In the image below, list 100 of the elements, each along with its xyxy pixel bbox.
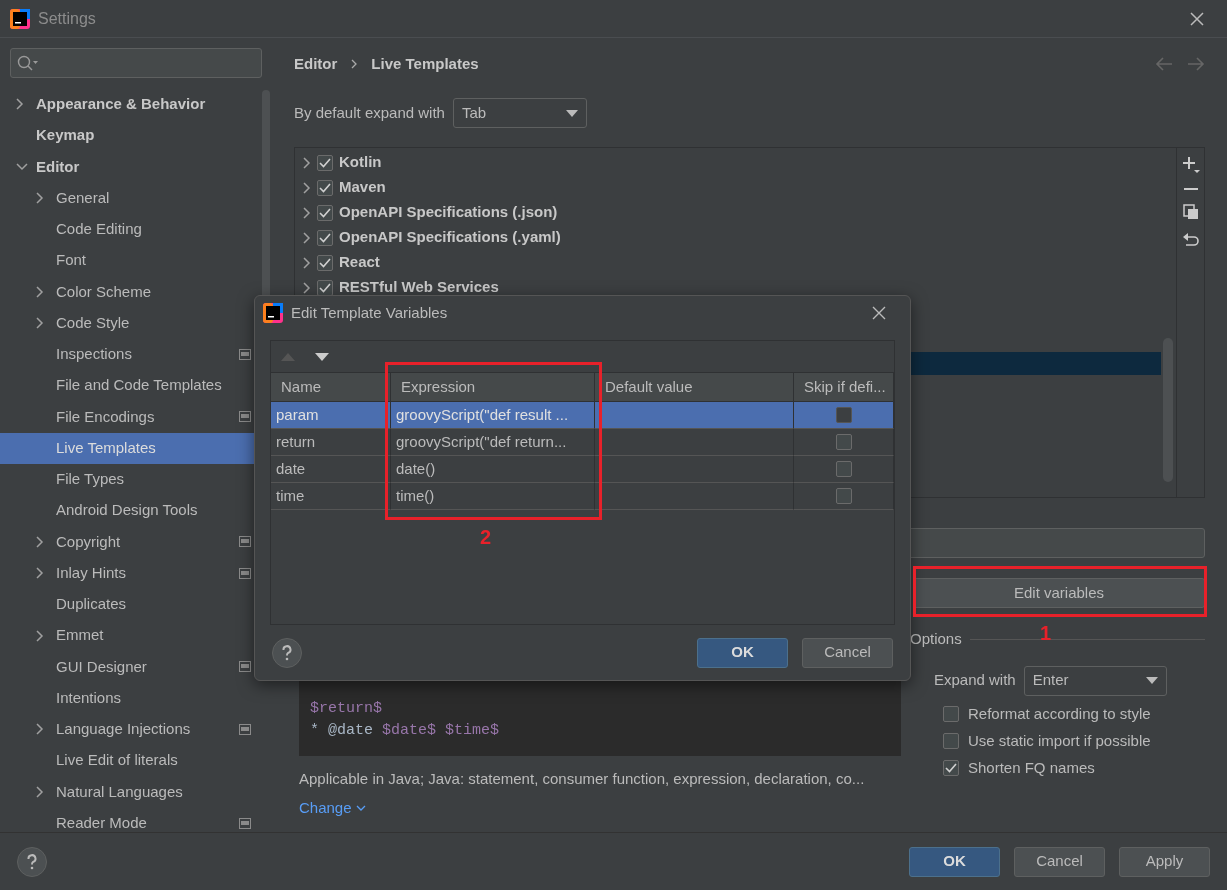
- dialog-button[interactable]: OK: [909, 846, 1000, 877]
- tree-item[interactable]: General: [0, 182, 256, 214]
- tree-item[interactable]: Keymap: [0, 120, 256, 152]
- annotation-number: 1: [1040, 623, 1052, 643]
- table-cell[interactable]: groovyScript("def result ...: [391, 402, 595, 429]
- checkbox-label: Use static import if possible: [968, 730, 1151, 751]
- checkbox[interactable]: [835, 434, 852, 450]
- tree-item[interactable]: Natural Languages: [0, 776, 256, 808]
- edit-variables-button[interactable]: Edit variables: [913, 578, 1205, 608]
- checkbox[interactable]: [835, 461, 852, 477]
- chevron-icon[interactable]: [16, 98, 24, 111]
- annotation-number: 2: [480, 527, 492, 547]
- table-cell[interactable]: [595, 483, 794, 510]
- copy-icon[interactable]: [1182, 204, 1199, 220]
- tree-item[interactable]: Code Editing: [0, 213, 256, 245]
- chevron-icon[interactable]: [36, 785, 44, 798]
- tree-item[interactable]: Reader Mode: [0, 807, 256, 832]
- expand-dropdown[interactable]: Tab: [452, 98, 587, 128]
- chevron-icon[interactable]: [303, 181, 311, 194]
- chevron-icon[interactable]: [303, 256, 311, 269]
- help-button[interactable]: [17, 846, 47, 877]
- template-group-row[interactable]: OpenAPI Specifications (.json): [295, 200, 1163, 225]
- tree-item[interactable]: Inspections: [0, 338, 256, 370]
- table-cell[interactable]: [595, 402, 794, 429]
- tree-item[interactable]: Copyright: [0, 526, 256, 558]
- chevron-icon[interactable]: [36, 723, 44, 736]
- chevron-icon[interactable]: [36, 285, 44, 298]
- checkbox[interactable]: [317, 204, 333, 221]
- breadcrumb-item: Editor: [294, 53, 338, 74]
- tree-item[interactable]: GUI Designer: [0, 651, 256, 683]
- field-label: By default expand with: [294, 102, 445, 123]
- close-icon[interactable]: [872, 306, 886, 320]
- help-button[interactable]: [272, 637, 302, 668]
- chevron-icon[interactable]: [303, 156, 311, 169]
- chevron-icon[interactable]: [303, 206, 311, 219]
- table-cell[interactable]: param: [271, 402, 391, 429]
- add-icon[interactable]: [1181, 156, 1200, 174]
- tree-item[interactable]: Live Templates: [0, 432, 256, 464]
- chevron-icon[interactable]: [36, 535, 44, 548]
- table-cell[interactable]: time(): [391, 483, 595, 510]
- close-icon[interactable]: [1189, 10, 1205, 27]
- template-group-row[interactable]: OpenAPI Specifications (.yaml): [295, 225, 1163, 250]
- tree-item[interactable]: Color Scheme: [0, 276, 256, 308]
- remove-icon[interactable]: [1183, 187, 1198, 191]
- tree-item[interactable]: File and Code Templates: [0, 370, 256, 402]
- tree-item[interactable]: Live Edit of literals: [0, 745, 256, 777]
- tree-item[interactable]: Code Style: [0, 307, 256, 339]
- chevron-icon[interactable]: [16, 162, 28, 171]
- tree-item[interactable]: Emmet: [0, 620, 256, 652]
- tree-item[interactable]: Editor: [0, 151, 256, 183]
- move-down-icon[interactable]: [315, 352, 329, 361]
- tree-item[interactable]: Appearance & Behavior: [0, 88, 256, 120]
- chevron-icon[interactable]: [36, 629, 44, 642]
- dialog-button[interactable]: Cancel: [802, 637, 893, 668]
- column-header[interactable]: Name: [271, 373, 391, 402]
- template-group-row[interactable]: React: [295, 250, 1163, 275]
- checkbox[interactable]: [943, 706, 959, 722]
- dialog-button[interactable]: Apply: [1119, 846, 1210, 877]
- tree-item[interactable]: Font: [0, 245, 256, 277]
- expand-with-dropdown[interactable]: Enter: [1023, 665, 1167, 696]
- checkbox[interactable]: [943, 733, 959, 749]
- chevron-icon[interactable]: [303, 231, 311, 244]
- template-group-row[interactable]: Maven: [295, 175, 1163, 200]
- checkbox[interactable]: [835, 407, 852, 423]
- checkbox[interactable]: [317, 254, 333, 271]
- table-cell[interactable]: [595, 429, 794, 456]
- tree-item[interactable]: Inlay Hints: [0, 557, 256, 589]
- checkbox[interactable]: [317, 279, 333, 296]
- table-cell[interactable]: date(): [391, 456, 595, 483]
- tree-item[interactable]: File Types: [0, 463, 256, 495]
- chevron-icon[interactable]: [36, 317, 44, 330]
- checkbox[interactable]: [943, 760, 959, 776]
- chevron-icon[interactable]: [36, 567, 44, 580]
- checkbox-label: Reformat according to style: [968, 703, 1151, 724]
- checkbox[interactable]: [317, 179, 333, 196]
- change-link[interactable]: Change: [299, 796, 366, 819]
- checkbox[interactable]: [835, 488, 852, 504]
- table-cell[interactable]: date: [271, 456, 391, 483]
- table-cell[interactable]: [595, 456, 794, 483]
- tree-item[interactable]: Language Injections: [0, 713, 256, 745]
- chevron-icon[interactable]: [303, 281, 311, 294]
- dropdown-caret-icon: [1145, 677, 1158, 684]
- table-cell[interactable]: time: [271, 483, 391, 510]
- column-header[interactable]: Default value: [595, 373, 794, 402]
- template-group-row[interactable]: Kotlin: [295, 150, 1163, 175]
- tree-item[interactable]: Android Design Tools: [0, 495, 256, 527]
- chevron-icon[interactable]: [36, 192, 44, 205]
- dialog-button[interactable]: OK: [697, 637, 788, 668]
- undo-icon[interactable]: [1182, 233, 1199, 249]
- tree-item[interactable]: File Encodings: [0, 401, 256, 433]
- tree-item[interactable]: Duplicates: [0, 588, 256, 620]
- dialog-button[interactable]: Cancel: [1014, 846, 1105, 877]
- table-cell[interactable]: return: [271, 429, 391, 456]
- search-field[interactable]: [10, 48, 262, 78]
- column-header[interactable]: Expression: [391, 373, 595, 402]
- table-cell[interactable]: groovyScript("def return...: [391, 429, 595, 456]
- checkbox[interactable]: [317, 154, 333, 171]
- column-header[interactable]: Skip if defi...: [794, 373, 894, 402]
- checkbox[interactable]: [317, 229, 333, 246]
- tree-item[interactable]: Intentions: [0, 682, 256, 714]
